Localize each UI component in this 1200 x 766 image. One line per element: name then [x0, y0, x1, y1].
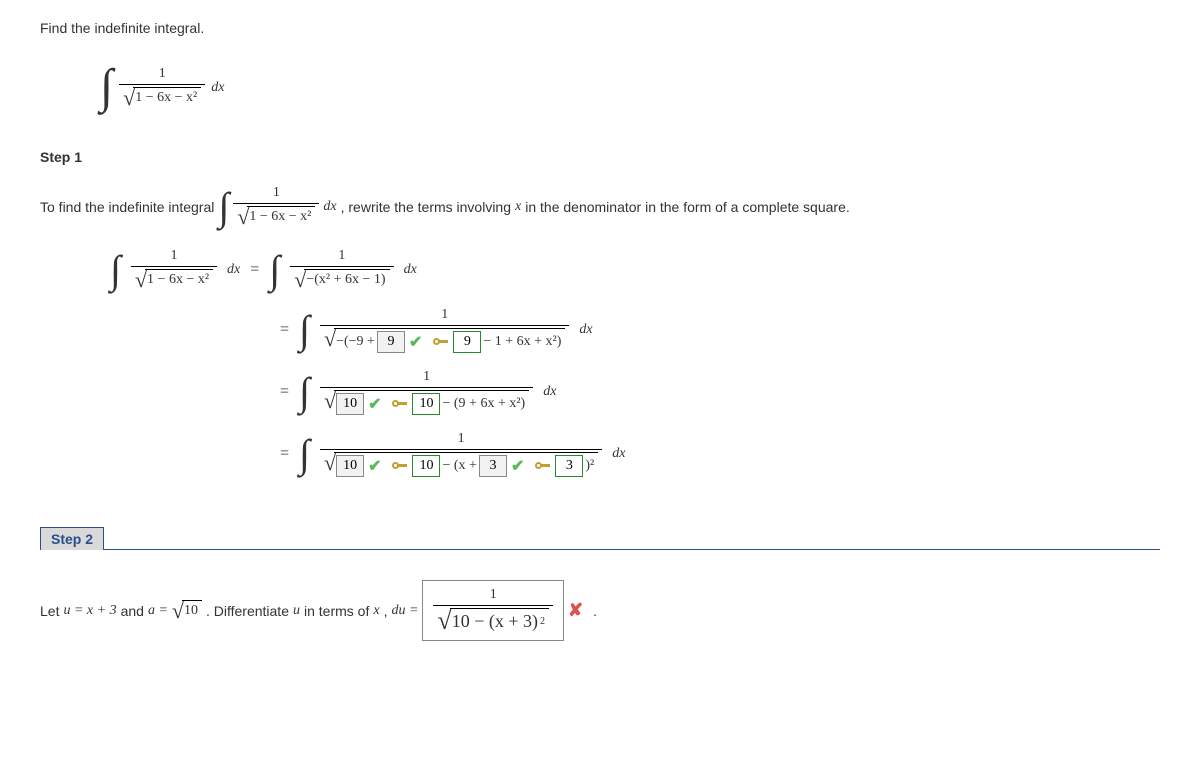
- step1-header: Step 1: [40, 149, 1160, 165]
- text: − 1 + 6x + x²): [483, 334, 561, 350]
- answer-input-4[interactable]: [412, 393, 440, 415]
- numerator: 1: [437, 307, 452, 325]
- check-icon: ✔: [409, 332, 422, 352]
- check-icon: ✔: [511, 456, 524, 476]
- dx-label: dx: [404, 262, 417, 278]
- equals-sign: =: [280, 445, 289, 463]
- key-icon: [433, 334, 449, 350]
- exponent: 2: [540, 616, 545, 627]
- key-icon: [392, 458, 408, 474]
- dot: .: [593, 603, 597, 619]
- answer-input-5[interactable]: [336, 455, 364, 477]
- step2-line: Let u = x + 3 and a = √ 10 . Differentia…: [40, 580, 1160, 641]
- dx-label: dx: [227, 262, 240, 278]
- dx-label: dx: [579, 322, 592, 338]
- dx-label: dx: [612, 446, 625, 462]
- answer-input-1[interactable]: [377, 331, 405, 353]
- main-integral: ∫ 1 √ 1 − 6x − x² dx: [100, 66, 1160, 109]
- integral-sign-icon: ∫: [299, 376, 310, 408]
- eq-row-2: = ∫ 1 √ −(−9 + ✔ − 1 + 6x + x²): [280, 307, 1160, 353]
- text: − (x +: [442, 458, 476, 474]
- text: . Differentiate: [206, 603, 289, 619]
- eq-row-1: ∫ 1 √1 − 6x − x² dx = ∫ 1 √−(x² + 6x − 1…: [110, 248, 1160, 291]
- check-icon: ✔: [368, 456, 381, 476]
- answer-input-6[interactable]: [412, 455, 440, 477]
- step2-divider: [40, 549, 1160, 550]
- answer-input-2[interactable]: [453, 331, 481, 353]
- numerator: 1: [419, 369, 434, 387]
- answer-input-7[interactable]: [479, 455, 507, 477]
- numerator: 1: [454, 431, 469, 449]
- dx-label: dx: [543, 384, 556, 400]
- integral-sign-icon: ∫: [269, 254, 280, 286]
- var-u: u: [293, 603, 300, 619]
- step2-header: Step 2: [40, 527, 104, 550]
- a-def: a =: [148, 603, 168, 619]
- key-icon: [535, 458, 551, 474]
- text: and: [121, 603, 144, 619]
- radicand-text: 10 − (x + 3): [452, 611, 538, 632]
- du-answer-box[interactable]: 1 √ 10 − (x + 3)2: [422, 580, 564, 641]
- integral-sign-icon: ∫: [100, 68, 113, 106]
- equals-sign: =: [280, 383, 289, 401]
- check-icon: ✔: [368, 394, 381, 414]
- var-x: x: [515, 199, 521, 215]
- dx-label: dx: [211, 80, 224, 96]
- text: , rewrite the terms involving: [341, 199, 511, 215]
- eq-row-4: = ∫ 1 √ ✔ − (x +: [280, 431, 1160, 477]
- radicand: −(x² + 6x − 1): [304, 269, 389, 288]
- text: ,: [384, 603, 388, 619]
- numerator: 1: [334, 248, 349, 266]
- numerator: 1: [269, 185, 284, 203]
- numerator: 1: [486, 587, 501, 605]
- text: − (9 + 6x + x²): [442, 396, 525, 412]
- u-def: u = x + 3: [63, 603, 116, 619]
- text: )²: [585, 458, 594, 474]
- text: in the denominator in the form of a comp…: [525, 199, 850, 215]
- cross-icon: ✘: [568, 600, 583, 621]
- text: Let: [40, 603, 59, 619]
- radicand: 1 − 6x − x²: [145, 269, 213, 288]
- step1-intro: To find the indefinite integral ∫ 1 √ 1 …: [40, 185, 1160, 228]
- key-icon: [392, 396, 408, 412]
- integral-sign-icon: ∫: [299, 314, 310, 346]
- numerator: 1: [167, 248, 182, 266]
- radicand: 1 − 6x − x²: [247, 206, 315, 225]
- answer-input-3[interactable]: [336, 393, 364, 415]
- equals-sign: =: [250, 261, 259, 279]
- numerator: 1: [155, 66, 170, 84]
- text: in terms of: [304, 603, 369, 619]
- question-prompt: Find the indefinite integral.: [40, 20, 1160, 36]
- var-x: x: [373, 603, 379, 619]
- radicand: 10: [182, 600, 202, 619]
- dx-label: dx: [323, 199, 336, 215]
- radicand: 1 − 6x − x²: [133, 87, 201, 106]
- equals-sign: =: [280, 321, 289, 339]
- du-label: du =: [391, 603, 418, 619]
- text: To find the indefinite integral: [40, 199, 214, 215]
- integral-sign-icon: ∫: [299, 438, 310, 470]
- integral-sign-icon: ∫: [218, 191, 229, 223]
- eq-row-3: = ∫ 1 √ ✔ − (9 + 6x + x²): [280, 369, 1160, 415]
- text: −(−9 +: [336, 334, 375, 350]
- integral-sign-icon: ∫: [110, 254, 121, 286]
- answer-input-8[interactable]: [555, 455, 583, 477]
